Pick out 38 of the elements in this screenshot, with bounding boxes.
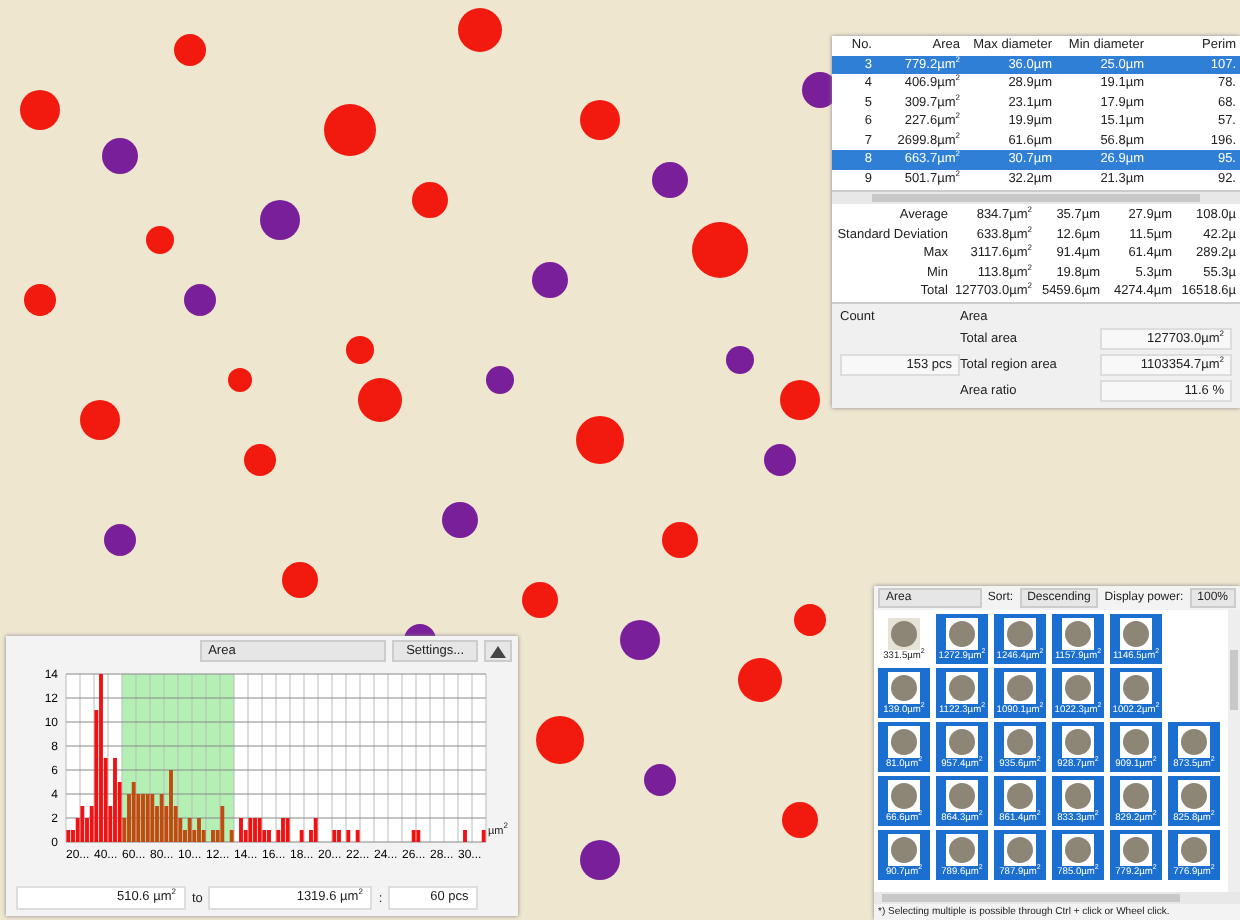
particle-image-icon [1122, 836, 1150, 864]
particle-image-icon [890, 620, 918, 648]
particle-image-icon [1064, 728, 1092, 756]
particle-image-icon [1122, 728, 1150, 756]
particle-image-icon [948, 620, 976, 648]
particle-image-icon [1122, 782, 1150, 810]
particle-image-icon [890, 782, 918, 810]
particle-image-icon [1180, 836, 1208, 864]
particle-image-icon [890, 674, 918, 702]
particle-image-icon [1122, 620, 1150, 648]
horizontal-scrollbar[interactable] [874, 892, 1240, 904]
histogram-bar [346, 830, 351, 842]
triangle-up-icon [490, 645, 506, 657]
particle-image-icon [1006, 836, 1034, 864]
particle-image-icon [1064, 620, 1092, 648]
particle-image-icon [1006, 674, 1034, 702]
particle-image-icon [890, 728, 918, 756]
particle-image-icon [1064, 674, 1092, 702]
histogram-bar [299, 830, 304, 842]
vertical-scrollbar[interactable] [1228, 610, 1240, 892]
particle-image-icon [948, 782, 976, 810]
particle-image-icon [890, 836, 918, 864]
particle-image-icon [1006, 620, 1034, 648]
collapse-button[interactable] [484, 640, 512, 662]
histogram-bar [355, 830, 360, 842]
particle-image-icon [1006, 728, 1034, 756]
particle-image-icon [948, 728, 976, 756]
particle-image-icon [948, 674, 976, 702]
histogram-bar [481, 830, 486, 842]
particle-image-icon [1180, 728, 1208, 756]
histogram-bar [229, 830, 234, 842]
particle-image-icon [1006, 782, 1034, 810]
particle-image-icon [1064, 836, 1092, 864]
particle-image-icon [948, 836, 976, 864]
particle-image-icon [1180, 782, 1208, 810]
particle-image-icon [1064, 782, 1092, 810]
particle-image-icon [1122, 674, 1150, 702]
horizontal-scrollbar[interactable] [832, 190, 1240, 204]
